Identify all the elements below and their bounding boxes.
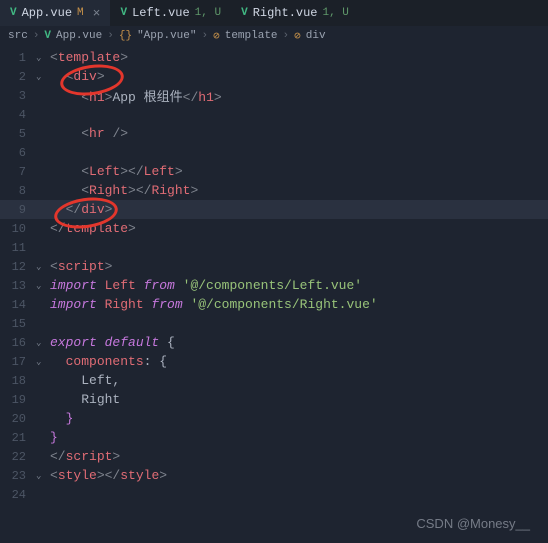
tab-bar: V App.vue M × V Left.vue 1, U V Right.vu…	[0, 0, 548, 26]
line-number: 15	[0, 317, 36, 331]
chevron-right-icon: ›	[283, 30, 290, 42]
line-number: 14	[0, 298, 36, 312]
code-line[interactable]: 15	[0, 314, 548, 333]
code-line[interactable]: 2⌄ <div>	[0, 67, 548, 86]
fold-icon[interactable]: ⌄	[36, 262, 50, 272]
fold-icon[interactable]: ⌄	[36, 471, 50, 481]
code-line[interactable]: 8 <Right></Right>	[0, 181, 548, 200]
watermark: CSDN @Monesy__	[416, 516, 530, 531]
code-line[interactable]: 5 <hr />	[0, 124, 548, 143]
code-line[interactable]: 23⌄<style></style>	[0, 466, 548, 485]
tag-icon: ⊘	[294, 29, 301, 43]
code-line[interactable]: 1⌄<template>	[0, 48, 548, 67]
code-line[interactable]: 10</template>	[0, 219, 548, 238]
line-number: 20	[0, 412, 36, 426]
code-line[interactable]: 13⌄import Left from '@/components/Left.v…	[0, 276, 548, 295]
line-number: 1	[0, 51, 36, 65]
braces-icon: {}	[119, 30, 132, 42]
line-number: 16	[0, 336, 36, 350]
line-number: 4	[0, 108, 36, 122]
crumb-element[interactable]: template	[225, 30, 278, 42]
vue-icon: V	[120, 7, 127, 19]
chevron-right-icon: ›	[33, 30, 40, 42]
tab-label: Right.vue	[253, 6, 318, 20]
code-line[interactable]: 4	[0, 105, 548, 124]
line-number: 17	[0, 355, 36, 369]
tab-label: App.vue	[22, 6, 72, 20]
vue-icon: V	[44, 30, 51, 42]
code-line[interactable]: 17⌄ components: {	[0, 352, 548, 371]
code-line[interactable]: 14import Right from '@/components/Right.…	[0, 295, 548, 314]
line-number: 24	[0, 488, 36, 502]
line-number: 2	[0, 70, 36, 84]
fold-icon[interactable]: ⌄	[36, 53, 50, 63]
code-line[interactable]: 11	[0, 238, 548, 257]
untracked-badge: 1, U	[323, 7, 349, 19]
fold-icon[interactable]: ⌄	[36, 338, 50, 348]
modified-badge: M	[77, 7, 84, 19]
line-number: 8	[0, 184, 36, 198]
tag-icon: ⊘	[213, 29, 220, 43]
crumb-element[interactable]: div	[306, 30, 326, 42]
untracked-badge: 1, U	[195, 7, 221, 19]
line-number: 18	[0, 374, 36, 388]
line-number: 11	[0, 241, 36, 255]
code-line[interactable]: 12⌄<script>	[0, 257, 548, 276]
code-line[interactable]: 3 <h1>App 根组件</h1>	[0, 86, 548, 105]
code-line[interactable]: 20 }	[0, 409, 548, 428]
chevron-right-icon: ›	[201, 30, 208, 42]
vue-icon: V	[241, 7, 248, 19]
line-number: 9	[0, 203, 36, 217]
code-line[interactable]: 16⌄export default {	[0, 333, 548, 352]
line-number: 13	[0, 279, 36, 293]
line-number: 22	[0, 450, 36, 464]
fold-icon[interactable]: ⌄	[36, 281, 50, 291]
crumb-folder[interactable]: src	[8, 30, 28, 42]
line-number: 10	[0, 222, 36, 236]
code-line[interactable]: 24	[0, 485, 548, 504]
tab-label: Left.vue	[132, 6, 190, 20]
line-number: 21	[0, 431, 36, 445]
code-line[interactable]: 7 <Left></Left>	[0, 162, 548, 181]
code-line[interactable]: 9 </div>	[0, 200, 548, 219]
crumb-scope[interactable]: "App.vue"	[137, 30, 196, 42]
crumb-file[interactable]: App.vue	[56, 30, 102, 42]
breadcrumb[interactable]: src › V App.vue › {} "App.vue" › ⊘ templ…	[0, 26, 548, 46]
line-number: 23	[0, 469, 36, 483]
tab-app-vue[interactable]: V App.vue M ×	[0, 0, 110, 26]
close-icon[interactable]: ×	[93, 6, 101, 21]
line-number: 3	[0, 89, 36, 103]
line-number: 12	[0, 260, 36, 274]
line-number: 19	[0, 393, 36, 407]
vue-icon: V	[10, 7, 17, 19]
code-editor[interactable]: 1⌄<template> 2⌄ <div> 3 <h1>App 根组件</h1>…	[0, 46, 548, 506]
line-number: 7	[0, 165, 36, 179]
code-line[interactable]: 22</script>	[0, 447, 548, 466]
fold-icon[interactable]: ⌄	[36, 72, 50, 82]
line-number: 6	[0, 146, 36, 160]
tab-left-vue[interactable]: V Left.vue 1, U	[110, 0, 231, 26]
fold-icon[interactable]: ⌄	[36, 357, 50, 367]
tab-right-vue[interactable]: V Right.vue 1, U	[231, 0, 359, 26]
code-line[interactable]: 19 Right	[0, 390, 548, 409]
code-line[interactable]: 21}	[0, 428, 548, 447]
code-line[interactable]: 6	[0, 143, 548, 162]
chevron-right-icon: ›	[107, 30, 114, 42]
line-number: 5	[0, 127, 36, 141]
code-line[interactable]: 18 Left,	[0, 371, 548, 390]
